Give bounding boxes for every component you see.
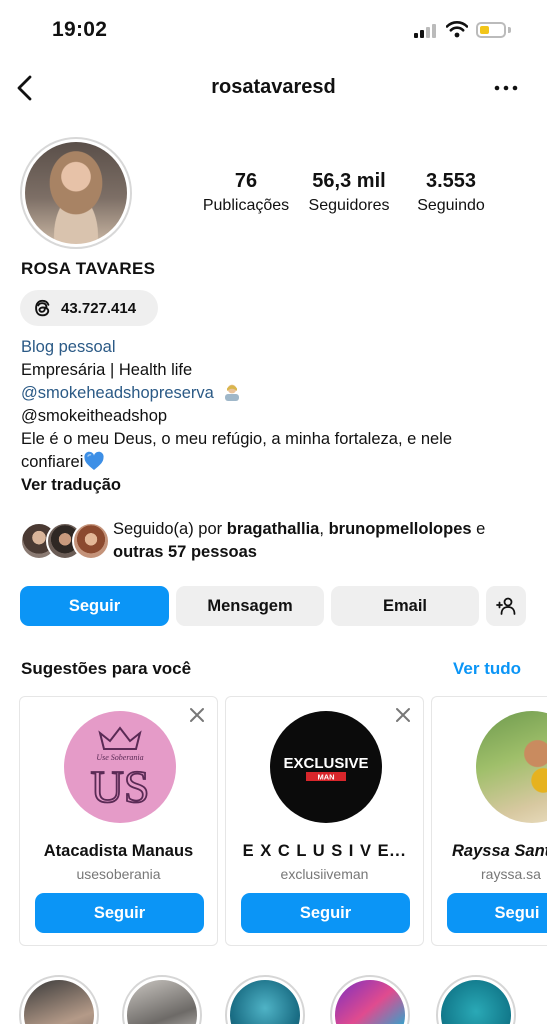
see-translation-link[interactable]: Ver tradução — [21, 474, 531, 497]
story-highlight[interactable] — [330, 975, 410, 1024]
followed-by-others: outras 57 pessoas — [113, 543, 257, 561]
avatar — [72, 522, 110, 560]
profile-username: rosatavaresd — [211, 76, 336, 98]
suggest-people-button[interactable] — [486, 586, 526, 626]
suggestion-avatar: EXCLUSIVE MAN — [270, 711, 382, 823]
followed-by-user: bragathallia — [226, 520, 320, 538]
bio-mention-row: @smokeheadshopreserva — [21, 382, 531, 405]
threads-count: 43.727.414 — [61, 299, 137, 317]
profile-bio: Blog pessoal Empresária | Health life @s… — [21, 336, 531, 497]
stat-followers[interactable]: 56,3 mil Seguidores — [300, 170, 398, 215]
story-highlight[interactable] — [122, 975, 202, 1024]
threads-icon — [35, 299, 50, 317]
suggestion-name: E X C L U S I V E... — [242, 842, 407, 860]
mutual-followers-avatars[interactable] — [20, 520, 110, 562]
highlight-cover — [335, 980, 405, 1024]
bio-last-row: confiarei — [21, 451, 531, 474]
stat-posts-value: 76 — [234, 170, 258, 192]
suggestion-handle: usesoberania — [76, 866, 161, 882]
wifi-icon — [446, 21, 468, 38]
blue-heart-emoji-icon — [84, 451, 104, 470]
followed-by-and: e — [476, 520, 486, 538]
suggestion-card[interactable]: Rayssa Santo rayssa.sa Segui — [431, 696, 547, 946]
highlight-cover — [24, 980, 94, 1024]
bio-line: confiarei — [21, 453, 84, 471]
highlight-cover — [441, 980, 511, 1024]
stat-following[interactable]: 3.553 Seguindo — [408, 170, 494, 215]
suggestion-follow-button[interactable]: Seguir — [35, 893, 204, 933]
suggestion-follow-button[interactable]: Segui — [447, 893, 547, 933]
dismiss-icon[interactable] — [395, 707, 411, 723]
bio-mention-link[interactable]: @smokeheadshopreserva — [21, 384, 214, 402]
status-time: 19:02 — [52, 18, 108, 41]
svg-text:MAN: MAN — [317, 773, 334, 782]
story-highlight[interactable] — [225, 975, 305, 1024]
status-bar: 19:02 — [0, 0, 547, 60]
highlight-cover — [127, 980, 197, 1024]
follow-button[interactable]: Seguir — [20, 586, 169, 626]
stat-followers-label: Seguidores — [308, 197, 390, 214]
exclusive-man-logo: EXCLUSIVE MAN — [283, 755, 368, 782]
email-button[interactable]: Email — [331, 586, 479, 626]
stat-posts-label: Publicações — [202, 197, 290, 214]
battery-tip — [508, 27, 511, 33]
suggestion-handle: exclusiiveman — [280, 866, 369, 882]
stat-following-label: Seguindo — [417, 197, 485, 214]
svg-text:US: US — [91, 761, 150, 812]
nav-bar: rosatavaresd — [0, 64, 547, 112]
cellular-signal-icon — [414, 24, 438, 38]
message-button[interactable]: Mensagem — [176, 586, 324, 626]
profile-category: Blog pessoal — [21, 338, 116, 356]
suggestion-name: Rayssa Santo — [452, 842, 547, 860]
suggestion-avatar: Use Soberania US — [64, 711, 176, 823]
profile-name: ROSA TAVARES — [21, 259, 156, 278]
profile-avatar[interactable] — [20, 137, 132, 249]
suggestion-handle: rayssa.sa — [481, 866, 541, 882]
add-person-icon — [496, 597, 516, 615]
story-highlight[interactable] — [436, 975, 516, 1024]
stat-followers-value: 56,3 mil — [312, 170, 386, 192]
story-highlight[interactable] — [19, 975, 99, 1024]
followed-by-separator: , — [319, 520, 324, 538]
bio-line: Ele é o meu Deus, o meu refúgio, a minha… — [21, 430, 453, 448]
suggestion-avatar — [476, 711, 547, 823]
stat-following-value: 3.553 — [425, 170, 477, 192]
usesoberania-logo: Use Soberania US — [90, 726, 150, 813]
bio-line: Empresária | Health life — [21, 361, 193, 379]
profile-actions: Seguir Mensagem Email — [20, 586, 530, 626]
suggestion-card[interactable]: Use Soberania US Atacadista Manaus useso… — [19, 696, 218, 946]
see-all-link[interactable]: Ver tudo — [453, 659, 521, 679]
threads-badge[interactable]: 43.727.414 — [20, 290, 158, 326]
profile-photo — [25, 142, 127, 244]
battery-icon — [476, 22, 506, 38]
highlight-cover — [230, 980, 300, 1024]
person-emoji-icon — [225, 384, 240, 401]
stat-posts[interactable]: 76 Publicações — [200, 170, 292, 215]
followed-by-user: brunopmellolopes — [328, 520, 472, 538]
followed-by-text[interactable]: Seguido(a) por bragathallia, brunopmello… — [113, 518, 533, 564]
suggestion-card[interactable]: EXCLUSIVE MAN E X C L U S I V E... exclu… — [225, 696, 424, 946]
dismiss-icon[interactable] — [189, 707, 205, 723]
svg-text:EXCLUSIVE: EXCLUSIVE — [283, 755, 368, 772]
suggestion-follow-button[interactable]: Seguir — [241, 893, 410, 933]
followed-by-prefix: Seguido(a) por — [113, 520, 223, 538]
more-options-icon[interactable] — [492, 74, 520, 102]
bio-mention-link-2[interactable]: @smokeitheadshop — [21, 405, 531, 428]
suggestion-name: Atacadista Manaus — [43, 842, 194, 860]
suggestions-title: Sugestões para você — [21, 659, 192, 678]
